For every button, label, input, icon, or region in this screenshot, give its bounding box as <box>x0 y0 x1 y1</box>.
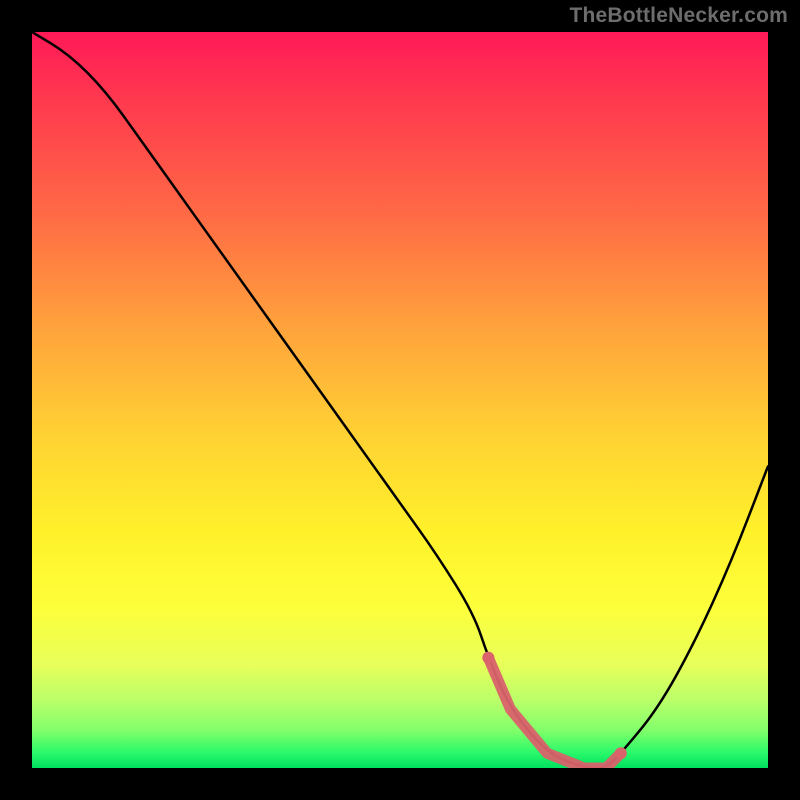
highlight-endpoint <box>482 652 494 664</box>
bottleneck-curve <box>32 32 768 768</box>
curve-path <box>32 32 768 768</box>
highlighted-range <box>488 658 620 768</box>
highlight-endpoint <box>615 747 627 759</box>
plot-area <box>32 32 768 768</box>
watermark-text: TheBottleNecker.com <box>569 4 788 28</box>
chart-frame: TheBottleNecker.com <box>0 0 800 800</box>
